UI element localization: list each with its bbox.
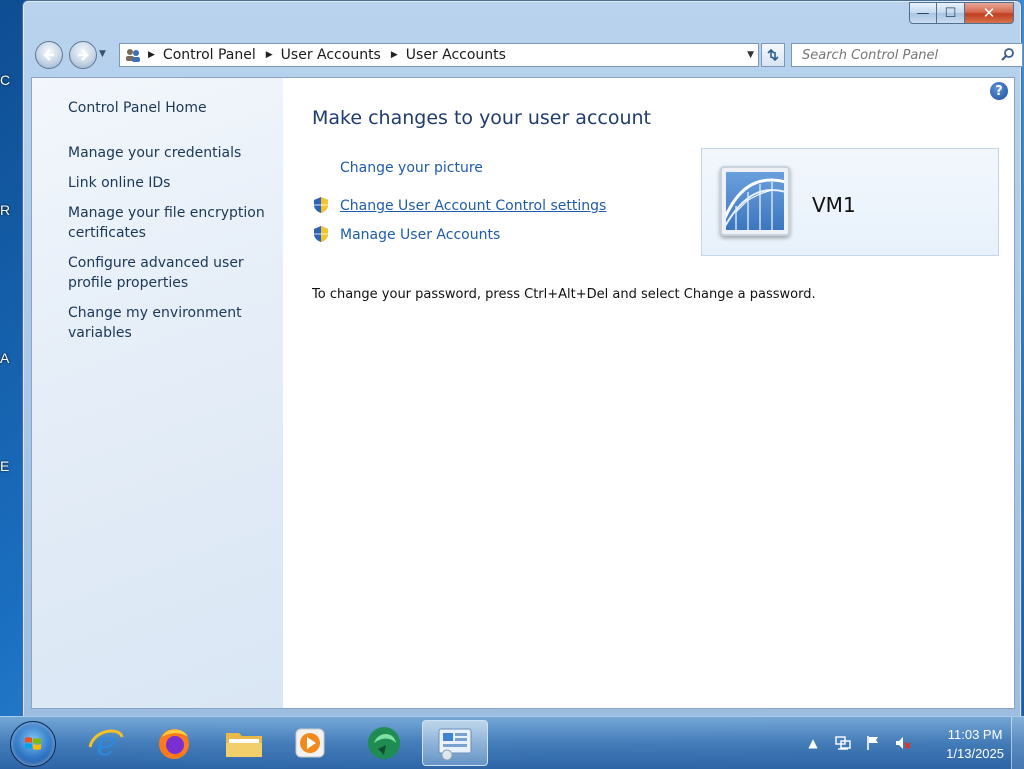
breadcrumb-control-panel[interactable]: Control Panel — [163, 47, 256, 63]
change-picture-link[interactable]: Change your picture — [340, 160, 483, 176]
uac-settings-link[interactable]: Change User Account Control settings — [340, 198, 606, 214]
breadcrumb-separator-icon[interactable]: ▶ — [148, 50, 155, 60]
recent-pages-dropdown[interactable]: ▼ — [99, 49, 106, 59]
show-desktop-button[interactable] — [1011, 717, 1024, 769]
user-account-tile: VM1 — [701, 148, 999, 256]
taskbar-file-explorer[interactable] — [214, 720, 274, 766]
maximize-icon: ☐ — [944, 5, 957, 21]
system-clock[interactable]: 11:03 PM 1/13/2025 — [946, 725, 1004, 763]
folder-icon — [226, 733, 262, 757]
navigation-bar: ▼ ▶ Control Panel ▶ User Accounts ▶ User… — [33, 39, 1023, 73]
clock-time: 11:03 PM — [947, 727, 1003, 742]
taskbar-firefox[interactable] — [144, 720, 204, 766]
desktop-icon-label-fragment: A — [0, 350, 10, 366]
clock-date: 1/13/2025 — [946, 746, 1004, 761]
back-button[interactable] — [35, 41, 63, 69]
sidebar-item-advanced-profile-properties[interactable]: Configure advanced user profile properti… — [68, 253, 268, 293]
address-bar[interactable]: ▶ Control Panel ▶ User Accounts ▶ User A… — [119, 43, 759, 67]
firefox-icon — [159, 729, 189, 759]
user-name: VM1 — [812, 193, 856, 217]
taskbar-internet-explorer[interactable]: e — [76, 720, 136, 766]
volume-muted-icon[interactable] — [894, 735, 912, 751]
help-icon[interactable]: ? — [990, 82, 1008, 100]
main-panel: ? Make changes to your user account Chan… — [283, 78, 1014, 708]
media-player-icon — [295, 728, 325, 758]
sidebar-item-link-online-ids[interactable]: Link online IDs — [68, 173, 268, 193]
desktop-icon-label-fragment: C — [0, 72, 11, 88]
search-input[interactable] — [800, 46, 1004, 64]
page-title: Make changes to your user account — [312, 107, 652, 129]
show-hidden-icons-button[interactable]: ▲ — [804, 735, 822, 751]
taskbar: e ▲ 11:03 PM 1/13/2025 — [0, 716, 1024, 769]
sidebar-item-environment-variables[interactable]: Change my environment variables — [68, 303, 268, 343]
user-picture — [720, 166, 790, 236]
network-icon[interactable] — [834, 735, 852, 751]
desktop-icon-label-fragment: E — [0, 458, 10, 474]
taskbar-app[interactable] — [354, 720, 414, 766]
shield-icon — [314, 226, 328, 242]
minimize-icon: — — [916, 5, 930, 21]
password-instructions: To change your password, press Ctrl+Alt+… — [312, 287, 816, 302]
taskbar-control-panel[interactable] — [422, 720, 488, 766]
task-sidebar: Control Panel Home Manage your credentia… — [32, 78, 283, 708]
taskbar-media-player[interactable] — [280, 720, 340, 766]
breadcrumb-separator-icon[interactable]: ▶ — [266, 50, 273, 60]
content-area: Control Panel Home Manage your credentia… — [31, 77, 1015, 709]
breadcrumb-user-accounts-current[interactable]: User Accounts — [406, 47, 506, 63]
control-panel-icon — [438, 728, 472, 761]
control-panel-window: — ☐ ✕ ▼ ▶ Control Panel ▶ User Accounts … — [22, 0, 1023, 718]
sidebar-item-control-panel-home[interactable]: Control Panel Home — [68, 98, 268, 118]
breadcrumb-user-accounts[interactable]: User Accounts — [281, 47, 381, 63]
sidebar-item-manage-credentials[interactable]: Manage your credentials — [68, 143, 268, 163]
back-arrow-icon — [43, 49, 54, 61]
action-center-flag-icon[interactable] — [864, 735, 882, 751]
start-button[interactable] — [10, 721, 56, 767]
internet-explorer-icon: e — [88, 724, 124, 763]
refresh-button[interactable] — [761, 43, 785, 67]
search-box[interactable] — [791, 43, 1023, 67]
window-caption-buttons: — ☐ ✕ — [909, 2, 1014, 24]
search-icon[interactable] — [1000, 47, 1016, 67]
address-history-dropdown[interactable]: ▼ — [747, 50, 754, 60]
manage-user-accounts-link[interactable]: Manage User Accounts — [340, 227, 500, 243]
close-button[interactable]: ✕ — [965, 2, 1014, 24]
forward-arrow-icon — [78, 49, 89, 61]
desktop-icon-label-fragment: R — [0, 202, 11, 218]
breadcrumb-separator-icon[interactable]: ▶ — [391, 50, 398, 60]
rollercoaster-picture-icon — [726, 178, 784, 230]
windows-logo-icon — [25, 737, 41, 750]
refresh-icon — [767, 48, 779, 62]
sidebar-item-file-encryption-certificates[interactable]: Manage your file encryption certificates — [68, 203, 268, 243]
minimize-button[interactable]: — — [909, 2, 937, 24]
shield-icon — [314, 197, 328, 213]
forward-button[interactable] — [69, 41, 97, 69]
user-accounts-icon — [124, 47, 142, 63]
close-icon: ✕ — [982, 4, 996, 22]
maximize-button[interactable]: ☐ — [937, 2, 965, 24]
green-app-icon — [368, 727, 400, 759]
